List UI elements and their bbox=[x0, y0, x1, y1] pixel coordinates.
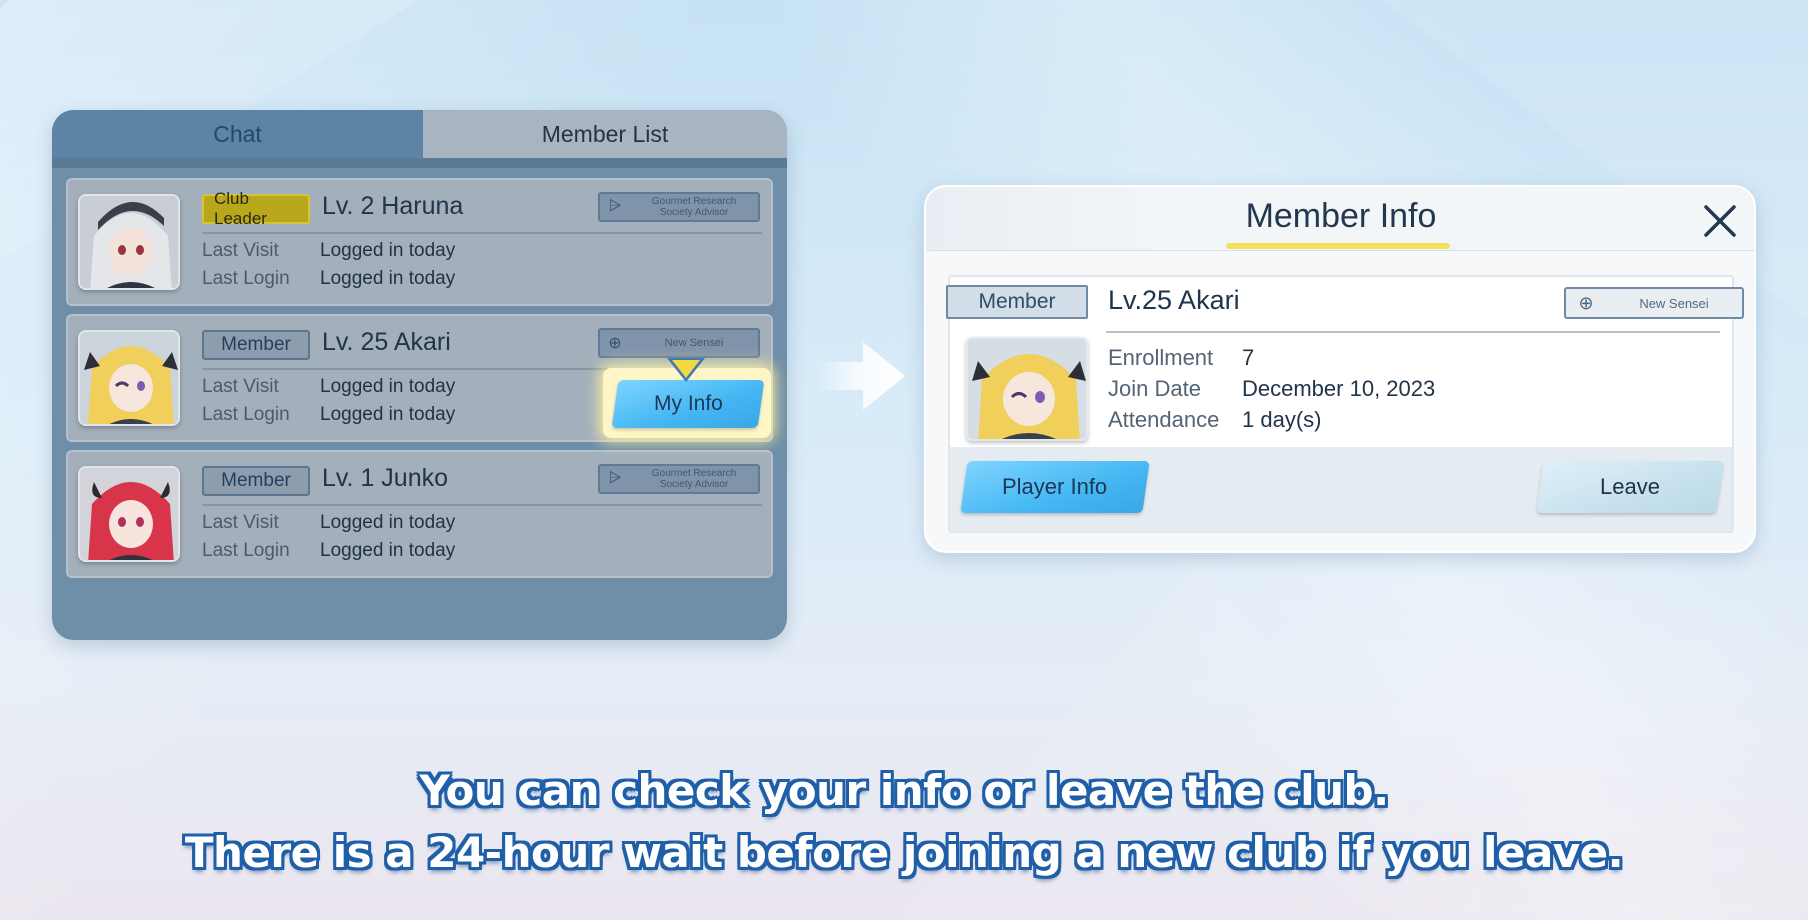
last-login-value: Logged in today bbox=[320, 404, 456, 425]
dialog-footer: Player Info Leave bbox=[950, 447, 1732, 531]
role-badge: Member bbox=[202, 330, 310, 360]
close-icon[interactable] bbox=[1702, 203, 1738, 239]
last-login-label: Last Login bbox=[202, 268, 290, 289]
title-badge-label: New Sensei bbox=[1639, 295, 1709, 311]
role-badge: Member bbox=[946, 285, 1088, 319]
last-login-value: Logged in today bbox=[320, 268, 456, 289]
attendance-value: 1 day(s) bbox=[1242, 407, 1322, 432]
player-info-label: Player Info bbox=[1002, 474, 1108, 499]
tab-divider bbox=[52, 158, 787, 168]
role-badge: Club Leader bbox=[202, 189, 310, 228]
last-visit-label: Last Visit bbox=[202, 240, 279, 261]
crosshair-icon: ⊕ bbox=[1578, 292, 1594, 313]
member-name: Lv.25 Akari bbox=[1108, 285, 1240, 315]
leave-label: Leave bbox=[1600, 474, 1660, 499]
divider bbox=[1106, 331, 1720, 333]
title-line: Gourmet Research bbox=[651, 468, 737, 479]
title-badge: ⩥ Gourmet Research Society Advisor bbox=[598, 192, 760, 222]
caption-line-1: You can check your info or leave the clu… bbox=[419, 766, 1389, 815]
last-visit-value: Logged in today bbox=[320, 376, 456, 397]
avatar bbox=[966, 337, 1088, 441]
last-visit-value: Logged in today bbox=[320, 512, 456, 533]
enrollment-label: Enrollment bbox=[1108, 345, 1214, 370]
avatar bbox=[78, 330, 180, 426]
attendance-label: Attendance bbox=[1108, 407, 1220, 432]
member-name: Lv. 25 Akari bbox=[322, 328, 451, 356]
member-name: Lv. 1 Junko bbox=[322, 464, 449, 492]
last-visit-label: Last Visit bbox=[202, 376, 279, 397]
member-name: Lv. 2 Haruna bbox=[322, 192, 464, 220]
title-badge: ⊕ New Sensei bbox=[598, 328, 760, 358]
panel-tabs: Chat Member List bbox=[52, 110, 787, 158]
my-info-button[interactable]: My Info bbox=[611, 380, 765, 428]
last-login-label: Last Login bbox=[202, 540, 290, 561]
avatar bbox=[78, 466, 180, 562]
last-visit-label: Last Visit bbox=[202, 512, 279, 533]
last-login-label: Last Login bbox=[202, 404, 290, 425]
title-line: Society Advisor bbox=[659, 479, 729, 490]
join-date-label: Join Date bbox=[1108, 376, 1201, 401]
dialog-title: Member Info bbox=[1245, 197, 1437, 235]
last-visit-value: Logged in today bbox=[320, 240, 456, 261]
enrollment-value: 7 bbox=[1242, 345, 1255, 370]
member-row-haruna[interactable]: Club Leader Lv. 2 Haruna ⩥ Gourmet Resea… bbox=[66, 178, 773, 306]
title-line: New Sensei bbox=[664, 336, 724, 349]
arrow-right-icon bbox=[815, 342, 905, 410]
dialog-body: Member Lv.25 Akari ⊕ New Sensei Enrollme… bbox=[946, 275, 1744, 533]
caption: You can check your info or leave the clu… bbox=[0, 760, 1808, 884]
title-underline bbox=[1226, 243, 1450, 249]
divider bbox=[202, 504, 762, 506]
player-info-button[interactable]: Player Info bbox=[960, 461, 1150, 513]
title-line: Society Advisor bbox=[659, 207, 729, 218]
join-date-value: December 10, 2023 bbox=[1242, 376, 1436, 401]
avatar bbox=[78, 194, 180, 290]
title-badge: ⩥ Gourmet Research Society Advisor bbox=[598, 464, 760, 494]
title-badge: ⊕ New Sensei bbox=[1564, 287, 1744, 319]
emblem-icon: ⩥ bbox=[608, 198, 622, 215]
emblem-icon: ⩥ bbox=[608, 470, 622, 487]
tab-member-list[interactable]: Member List bbox=[423, 110, 787, 158]
divider bbox=[202, 232, 762, 234]
my-info-label: My Info bbox=[653, 392, 723, 415]
title-line: Gourmet Research bbox=[651, 196, 737, 207]
member-row-junko[interactable]: Member Lv. 1 Junko ⩥ Gourmet Research Soc… bbox=[66, 450, 773, 578]
pointer-down-icon-fill bbox=[672, 360, 700, 378]
last-login-value: Logged in today bbox=[320, 540, 456, 561]
dialog-header: Member Info bbox=[926, 187, 1754, 251]
crosshair-icon: ⊕ bbox=[608, 335, 622, 352]
role-badge: Member bbox=[202, 466, 310, 496]
member-info-dialog: Member Info Member Lv.25 Akari ⊕ New Sen… bbox=[924, 185, 1756, 553]
tab-chat[interactable]: Chat bbox=[52, 110, 423, 158]
caption-line-2: There is a 24-hour wait before joining a… bbox=[184, 828, 1624, 877]
leave-button[interactable]: Leave bbox=[1536, 461, 1724, 513]
